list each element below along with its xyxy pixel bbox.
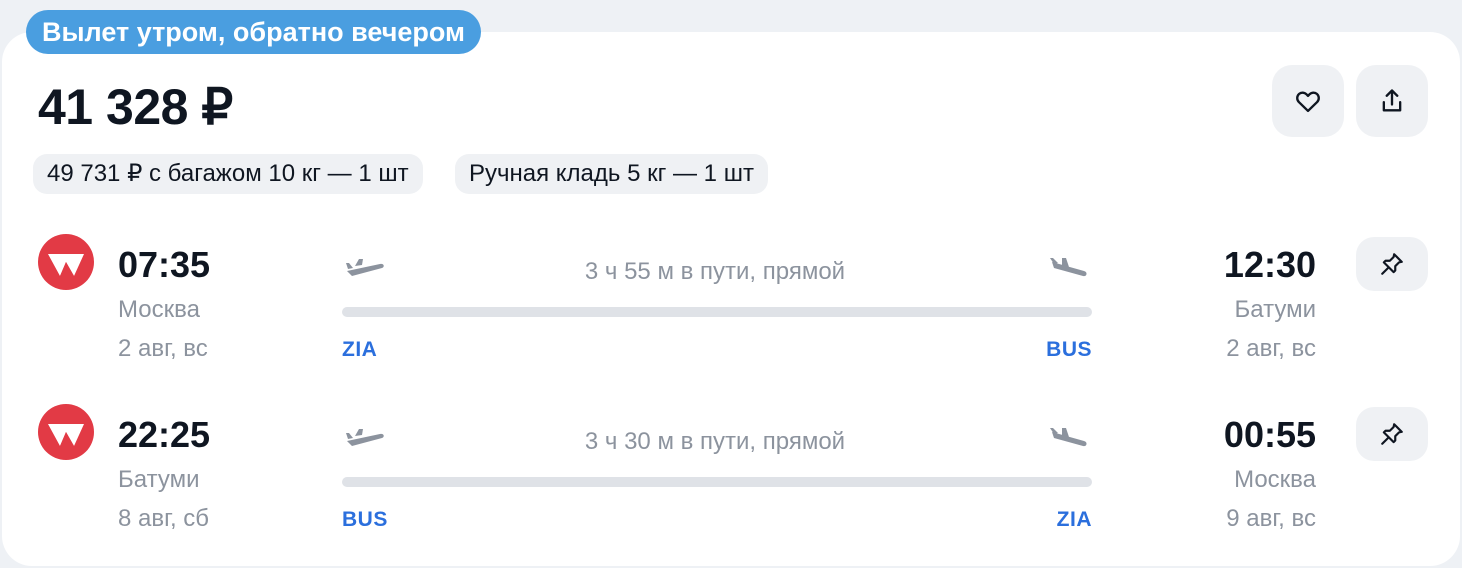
landing-icon <box>1050 258 1087 277</box>
airline-logo-icon <box>48 254 84 276</box>
favorite-button[interactable] <box>1272 65 1344 137</box>
departure-city: Батуми <box>118 466 200 493</box>
landing-icon <box>1050 428 1087 447</box>
takeoff-icon <box>346 429 384 446</box>
flight-duration: 3 ч 55 м в пути, прямой <box>584 258 846 285</box>
arrival-city: Батуми <box>1234 296 1316 323</box>
departure-date: 2 авг, вс <box>118 335 208 362</box>
departure-city: Москва <box>118 296 200 323</box>
pin-segment-button[interactable] <box>1356 237 1428 291</box>
flight-duration: 3 ч 30 м в пути, прямой <box>584 428 846 455</box>
departure-date: 8 авг, сб <box>118 505 210 532</box>
arrival-date: 9 авг, вс <box>1226 505 1316 532</box>
heart-icon <box>1296 91 1320 113</box>
tag-badge: Вылет утром, обратно вечером <box>26 10 481 54</box>
pin-icon <box>1381 253 1403 275</box>
takeoff-icon <box>346 259 384 276</box>
pin-segment-button[interactable] <box>1356 407 1428 461</box>
departure-time: 07:35 <box>118 244 211 285</box>
arrival-date: 2 авг, вс <box>1226 335 1316 362</box>
departure-airport-code: BUS <box>342 508 388 531</box>
pin-icon <box>1381 423 1403 445</box>
airline-logo <box>38 234 94 290</box>
route-line <box>342 307 1092 317</box>
arrival-airport-code: ZIA <box>1056 508 1092 531</box>
route-line <box>342 477 1092 487</box>
share-button[interactable] <box>1356 65 1428 137</box>
arrival-city: Москва <box>1234 466 1316 493</box>
departure-time: 22:25 <box>118 414 211 455</box>
departure-airport-code: ZIA <box>342 338 378 361</box>
ticket-price: 41 328 ₽ <box>38 79 233 135</box>
share-icon <box>1382 89 1402 112</box>
airline-logo <box>38 404 94 460</box>
hand-luggage-chip: Ручная кладь 5 кг — 1 шт <box>455 154 768 194</box>
arrival-airport-code: BUS <box>1046 338 1092 361</box>
arrival-time: 00:55 <box>1223 414 1316 455</box>
arrival-time: 12:30 <box>1223 244 1316 285</box>
baggage-option-chip[interactable]: 49 731 ₽ с багажом 10 кг — 1 шт <box>33 154 423 194</box>
airline-logo-icon <box>48 424 84 446</box>
